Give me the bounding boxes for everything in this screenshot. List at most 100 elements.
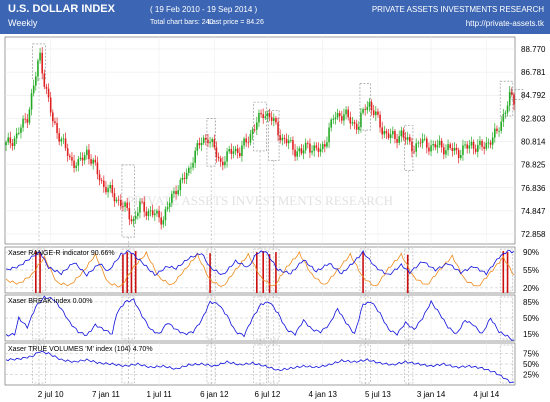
x-tick-label: 2 jul 10 [38, 390, 64, 399]
candle-body [440, 140, 443, 148]
candle-body [481, 140, 483, 147]
candle-body [154, 213, 156, 216]
candle-body [122, 206, 124, 207]
candle-body [88, 149, 90, 160]
candle-body [158, 210, 160, 218]
candle-body [468, 145, 471, 149]
candle-body [385, 131, 388, 134]
candle-body [273, 118, 275, 121]
candle-body [338, 113, 341, 117]
candle-body [100, 180, 103, 182]
candle-body [294, 149, 296, 157]
candle-body [219, 158, 222, 162]
candle-body [268, 113, 271, 118]
candle-body [287, 140, 290, 144]
candle-body [489, 142, 492, 145]
candle-body [270, 117, 273, 121]
chart-root: U.S. DOLLAR INDEX Weekly ( 19 Feb 2010 -… [0, 0, 550, 402]
candle-body [345, 109, 347, 115]
candle-body [9, 137, 12, 144]
candle-body [451, 147, 454, 151]
indicator-value: 4.70% [133, 346, 153, 353]
candle-body [168, 202, 171, 207]
candle-body [309, 143, 311, 153]
candle-body [26, 119, 29, 123]
candle-body [198, 143, 201, 146]
candle-body [75, 165, 77, 168]
indicator-name: Xaser BREAK index [8, 298, 73, 305]
candle-body [360, 112, 362, 127]
indicator-title: Xaser TRUE VOLUMES 'M' index (104) 4.70% [8, 346, 153, 353]
candle-body [351, 122, 354, 124]
candle-body [474, 148, 477, 152]
candle-body [336, 113, 339, 118]
candle-body [222, 161, 224, 166]
indicator-name: Xaser TRUE VOLUMES 'M' index (104) [8, 346, 133, 353]
candle-body [383, 131, 386, 135]
candle-body [326, 142, 328, 147]
candle-body [311, 150, 313, 153]
candle-body [262, 114, 264, 119]
candle-body [500, 121, 502, 131]
candle-body [209, 141, 211, 144]
candle-body [83, 155, 86, 161]
candle-body [466, 144, 468, 149]
candle-body [389, 134, 392, 138]
candle-body [35, 76, 37, 86]
candle-body [381, 127, 383, 135]
candle-body [139, 201, 141, 213]
candle-body [147, 210, 150, 216]
candle-body [90, 159, 92, 164]
indicator-title: Xaser RANGE-R indicator 90.66% [8, 250, 115, 257]
candle-body [494, 128, 496, 138]
candle-body [247, 142, 250, 144]
candle-body [332, 119, 335, 121]
candle-body [92, 159, 94, 164]
candle-body [137, 212, 139, 217]
candle-body [66, 148, 69, 156]
candle-body [120, 199, 122, 207]
candle-body [171, 193, 173, 203]
candle-body [73, 160, 75, 168]
candle-body [445, 150, 447, 155]
candle-body [398, 136, 400, 143]
candle-body [149, 210, 152, 212]
candle-body [472, 141, 475, 149]
indicator-y-tick: 85% [523, 298, 539, 307]
candle-body [192, 162, 194, 168]
candle-body [54, 121, 56, 124]
candle-body [132, 219, 135, 222]
candle-body [124, 202, 126, 207]
candle-body [47, 88, 50, 98]
candle-body [69, 155, 71, 158]
candle-body [239, 152, 241, 157]
y-tick-label: 72.858 [521, 230, 546, 239]
candle-body [457, 150, 460, 158]
candle-body [134, 216, 137, 220]
candle-body [196, 143, 199, 151]
candle-body [307, 142, 309, 144]
candle-body [58, 133, 60, 142]
candle-body [234, 148, 237, 152]
candle-body [71, 157, 73, 161]
indicator-y-tick: 50% [523, 360, 539, 369]
candle-body [462, 145, 464, 156]
candle-body [377, 111, 379, 115]
candle-body [421, 139, 424, 144]
candle-body [298, 148, 301, 152]
candle-body [355, 123, 358, 130]
candle-body [432, 144, 434, 146]
candle-body [205, 137, 207, 140]
candle-body [498, 130, 500, 132]
candle-body [249, 134, 252, 143]
candle-body [190, 167, 192, 169]
candle-body [243, 138, 245, 146]
candle-body [426, 138, 428, 148]
candle-body [30, 93, 33, 110]
indicator-value: 90.66% [91, 250, 115, 257]
candle-body [364, 109, 366, 111]
y-tick-label: 80.814 [521, 138, 546, 147]
candle-body [277, 122, 279, 136]
candle-body [56, 123, 58, 134]
candle-body [511, 91, 513, 95]
